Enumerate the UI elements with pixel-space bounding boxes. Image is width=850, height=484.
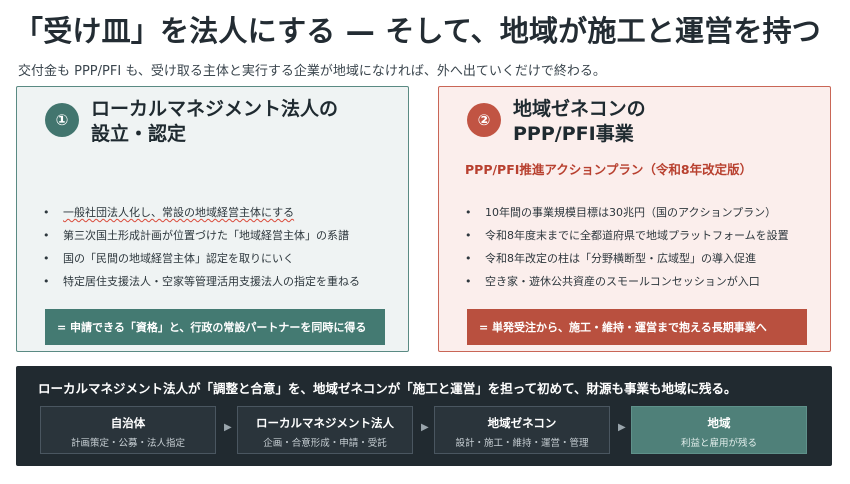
list-item: • 特定居住支援法人・空家等管理活用支援法人の指定を重ねる	[41, 270, 360, 293]
card-callout: = 申請できる「資格」と、行政の常設パートナーを同時に得る	[45, 309, 385, 345]
card-local-management: ① ローカルマネジメント法人の 設立・認定 • 一般社団法人化し、常設の地域経営主…	[16, 86, 409, 352]
summary-panel: ローカルマネジメント法人が「調整と合意」を、地域ゼネコンが「施工と運営」を担って…	[16, 366, 832, 466]
flow-node-municipality: 自治体 計画策定・公募・法人指定	[40, 406, 216, 454]
bullet-dot-icon: •	[43, 206, 50, 219]
flow-node-title: 自治体	[110, 416, 146, 430]
bullet-text: 令和8年度末までに全都道府県で地域プラットフォームを設置	[485, 229, 789, 242]
flow-node-desc: 計画策定・公募・法人指定	[70, 438, 185, 449]
card-title-line1: 地域ゼネコンの	[513, 98, 646, 120]
arrow-right-icon: ▶	[421, 422, 429, 433]
card-number-badge: ②	[467, 103, 501, 137]
flow-node-desc: 設計・施工・維持・運営・管理	[455, 438, 589, 449]
bullet-dot-icon: •	[43, 252, 50, 265]
bullet-text: 第三次国土形成計画が位置づけた「地域経営主体」の系譜	[63, 229, 349, 242]
flow-node-title: 地域	[707, 416, 731, 430]
summary-headline: ローカルマネジメント法人が「調整と合意」を、地域ゼネコンが「施工と運営」を担って…	[38, 381, 737, 396]
card-title: 地域ゼネコンの PPP/PFI事業	[513, 97, 646, 147]
bullet-dot-icon: •	[465, 275, 472, 288]
card-callout: = 単発受注から、施工・維持・運営まで抱える長期事業へ	[467, 309, 807, 345]
flow-node-desc: 企画・合意形成・申請・受託	[263, 438, 387, 449]
list-item: • 国の「民間の地域経営主体」認定を取りにいく	[41, 247, 360, 270]
bullet-text: 空き家・遊休公共資産のスモールコンセッションが入口	[485, 275, 760, 288]
bullet-dot-icon: •	[43, 275, 50, 288]
flow-node-title: ローカルマネジメント法人	[256, 416, 394, 430]
list-item: • 10年間の事業規模目標は30兆円（国のアクションプラン）	[463, 201, 789, 224]
page-subtitle: 交付金も PPP/PFI も、受け取る主体と実行する企業が地域になければ、外へ出…	[18, 64, 606, 79]
list-item: • 令和8年度末までに全都道府県で地域プラットフォームを設置	[463, 224, 789, 247]
bullet-dot-icon: •	[465, 206, 472, 219]
arrow-right-icon: ▶	[618, 422, 626, 433]
bullet-dot-icon: •	[465, 252, 472, 265]
arrow-right-icon: ▶	[224, 422, 232, 433]
bullet-text: 令和8年改定の柱は「分野横断型・広域型」の導入促進	[485, 252, 756, 265]
bullet-dot-icon: •	[465, 229, 472, 242]
card-title-line2: 設立・認定	[91, 123, 187, 145]
bullet-text: 一般社団法人化し、常設の地域経営主体にする	[63, 206, 295, 219]
bullet-dot-icon: •	[43, 229, 50, 242]
list-item: • 空き家・遊休公共資産のスモールコンセッションが入口	[463, 270, 789, 293]
list-item: • 一般社団法人化し、常設の地域経営主体にする	[41, 201, 360, 224]
card-bullet-list: • 一般社団法人化し、常設の地域経営主体にする • 第三次国土形成計画が位置づけた「…	[41, 201, 360, 293]
bullet-text: 国の「民間の地域経営主体」認定を取りにいく	[63, 252, 294, 265]
card-bullet-list: • 10年間の事業規模目標は30兆円（国のアクションプラン） • 令和8年度末までに…	[463, 201, 789, 293]
list-item: • 第三次国土形成計画が位置づけた「地域経営主体」の系譜	[41, 224, 360, 247]
flow-node-title: 地域ゼネコン	[487, 416, 557, 430]
card-subheading: PPP/PFI推進アクションプラン（令和8年改定版）	[465, 162, 753, 177]
page-title: 「受け皿」を法人にする — そして、地域が施工と運営を持つ	[14, 14, 821, 48]
bullet-text: 10年間の事業規模目標は30兆円（国のアクションプラン）	[485, 206, 777, 219]
flow-node-contractor: 地域ゼネコン 設計・施工・維持・運営・管理	[434, 406, 610, 454]
list-item: • 令和8年改定の柱は「分野横断型・広域型」の導入促進	[463, 247, 789, 270]
flow-node-local-management: ローカルマネジメント法人 企画・合意形成・申請・受託	[237, 406, 413, 454]
card-title: ローカルマネジメント法人の 設立・認定	[91, 97, 338, 147]
card-title-line2: PPP/PFI事業	[513, 123, 634, 145]
flow-node-region: 地域 利益と雇用が残る	[631, 406, 807, 454]
bullet-text: 特定居住支援法人・空家等管理活用支援法人の指定を重ねる	[63, 275, 360, 288]
card-regional-general-contractor: ② 地域ゼネコンの PPP/PFI事業 PPP/PFI推進アクションプラン（令和…	[438, 86, 831, 352]
card-number-badge: ①	[45, 103, 79, 137]
flow-node-desc: 利益と雇用が残る	[680, 438, 757, 449]
card-title-line1: ローカルマネジメント法人の	[91, 98, 339, 120]
